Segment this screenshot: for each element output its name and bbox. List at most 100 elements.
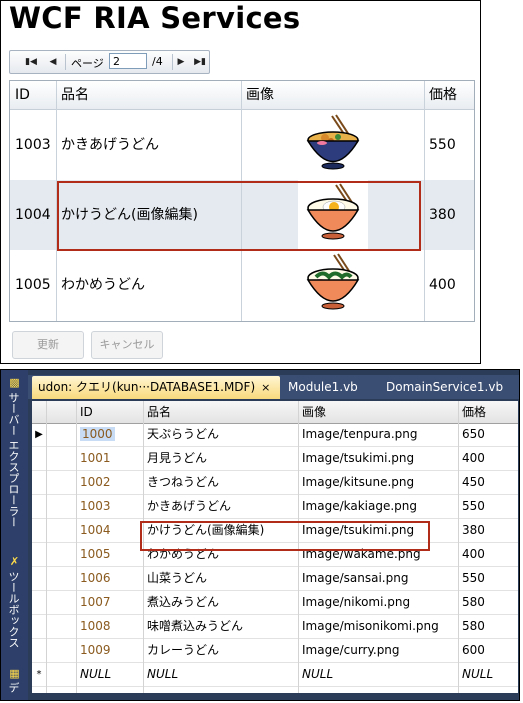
cell-name[interactable]: 味噌煮込みうどん bbox=[143, 615, 298, 639]
toolbox-tab[interactable]: ツールボックス bbox=[5, 571, 21, 648]
cell-id[interactable]: 1007 bbox=[76, 591, 143, 615]
cell-image[interactable]: Image/kakiage.png bbox=[298, 495, 458, 519]
cell-id[interactable]: 1009 bbox=[76, 639, 143, 663]
cancel-button[interactable]: キャンセル bbox=[91, 331, 163, 359]
row-selector[interactable] bbox=[32, 495, 46, 519]
data-sources-tab[interactable]: デ bbox=[5, 682, 21, 693]
wakame-udon-bowl-image bbox=[298, 250, 368, 320]
column-header-name[interactable]: 品名 bbox=[143, 401, 298, 423]
new-row-placeholder[interactable]: * NULL NULL NULL NULL bbox=[32, 663, 518, 687]
column-header-price[interactable]: 価格 bbox=[424, 81, 474, 109]
row-selector[interactable] bbox=[32, 543, 46, 567]
cell-image[interactable]: Image/tenpura.png bbox=[298, 423, 458, 447]
tab-module1[interactable]: Module1.vb bbox=[282, 376, 372, 399]
data-sources-icon[interactable]: ▦ bbox=[8, 667, 21, 680]
cell-id[interactable]: 1005 bbox=[76, 543, 143, 567]
cell-id[interactable]: 1006 bbox=[76, 567, 143, 591]
server-explorer-icon[interactable]: ▩ bbox=[8, 376, 21, 389]
selected-cell-value[interactable]: 1000 bbox=[80, 427, 115, 441]
table-row[interactable]: 1009 カレーうどん Image/curry.png 600 bbox=[32, 639, 518, 663]
kakiage-udon-bowl-image bbox=[298, 110, 368, 180]
cell-price[interactable]: 600 bbox=[458, 639, 518, 663]
column-header-name[interactable]: 品名 bbox=[56, 81, 241, 109]
row-selector[interactable] bbox=[32, 567, 46, 591]
cell-price[interactable]: 580 bbox=[458, 615, 518, 639]
table-row[interactable]: 1003 かきあげうどん Image/kakiage.png 550 bbox=[32, 495, 518, 519]
last-page-icon[interactable]: ▶▮ bbox=[193, 54, 207, 70]
table-row[interactable]: 1001 月見うどん Image/tsukimi.png 400 bbox=[32, 447, 518, 471]
cell-price[interactable]: 400 bbox=[458, 447, 518, 471]
cell-name[interactable]: カレーうどん bbox=[143, 639, 298, 663]
pager-divider bbox=[172, 54, 173, 70]
prev-page-icon[interactable]: ◀ bbox=[46, 54, 60, 70]
cell-price: 380 bbox=[429, 207, 456, 223]
row-selector[interactable] bbox=[32, 447, 46, 471]
table-row[interactable]: 1005 わかめうどん 400 bbox=[10, 250, 474, 320]
cell-price[interactable]: 650 bbox=[458, 423, 518, 447]
cell-image[interactable]: Image/tsukimi.png bbox=[298, 447, 458, 471]
column-header-price[interactable]: 価格 bbox=[458, 401, 518, 423]
row-selector[interactable] bbox=[32, 519, 46, 543]
current-row-marker-icon[interactable]: ▶ bbox=[32, 423, 46, 447]
cell-price: 550 bbox=[429, 137, 456, 153]
cell-image[interactable]: Image/sansai.png bbox=[298, 567, 458, 591]
cell-image[interactable]: Image/misonikomi.png bbox=[298, 615, 458, 639]
toolbox-icon[interactable]: ✗ bbox=[8, 555, 21, 568]
new-row-marker-icon[interactable]: * bbox=[32, 663, 46, 687]
row-selector[interactable] bbox=[32, 639, 46, 663]
cell-id[interactable]: 1002 bbox=[76, 471, 143, 495]
pager-divider bbox=[65, 54, 66, 70]
cell-id[interactable]: NULL bbox=[76, 663, 143, 687]
cell-id[interactable]: 1003 bbox=[76, 495, 143, 519]
close-icon[interactable]: × bbox=[261, 381, 270, 394]
cell-id[interactable]: 1000 bbox=[76, 423, 143, 447]
cell-id[interactable]: 1008 bbox=[76, 615, 143, 639]
table-row[interactable]: 1008 味噌煮込みうどん Image/misonikomi.png 580 bbox=[32, 615, 518, 639]
cell-name[interactable]: NULL bbox=[143, 663, 298, 687]
column-header-id[interactable]: ID bbox=[10, 81, 56, 109]
page-label: ページ bbox=[71, 57, 104, 70]
cell-image[interactable]: NULL bbox=[298, 663, 458, 687]
cell-name[interactable]: きつねうどん bbox=[143, 471, 298, 495]
cell-name[interactable]: 月見うどん bbox=[143, 447, 298, 471]
column-divider bbox=[76, 401, 77, 693]
cell-image[interactable]: Image/kitsune.png bbox=[298, 471, 458, 495]
cell-id[interactable]: 1001 bbox=[76, 447, 143, 471]
table-row[interactable]: 1002 きつねうどん Image/kitsune.png 450 bbox=[32, 471, 518, 495]
column-header-image[interactable]: 画像 bbox=[241, 81, 424, 109]
table-row[interactable]: ▶ 1000 天ぷらうどん Image/tenpura.png 650 bbox=[32, 423, 518, 447]
cell-image[interactable]: Image/curry.png bbox=[298, 639, 458, 663]
cell-id: 1004 bbox=[15, 207, 51, 223]
tab-domainservice1[interactable]: DomainService1.vb bbox=[380, 376, 515, 399]
column-header-image[interactable]: 画像 bbox=[298, 401, 458, 423]
row-selector[interactable] bbox=[32, 471, 46, 495]
cell-price[interactable]: 580 bbox=[458, 591, 518, 615]
page-total: /4 bbox=[152, 55, 163, 68]
row-selector[interactable] bbox=[32, 591, 46, 615]
cell-price[interactable]: 380 bbox=[458, 519, 518, 543]
cell-image[interactable]: Image/nikomi.png bbox=[298, 591, 458, 615]
column-header-id[interactable]: ID bbox=[76, 401, 143, 423]
cell-price[interactable]: 550 bbox=[458, 567, 518, 591]
first-page-icon[interactable]: ▮◀ bbox=[24, 54, 38, 70]
app-title: WCF RIA Services bbox=[9, 1, 301, 35]
table-row[interactable]: 1003 かきあげうどん 550 bbox=[10, 110, 474, 180]
next-page-icon[interactable]: ▶ bbox=[174, 54, 188, 70]
cell-name[interactable]: かきあげうどん bbox=[143, 495, 298, 519]
table-row[interactable]: 1007 煮込みうどん Image/nikomi.png 580 bbox=[32, 591, 518, 615]
cell-price[interactable]: 550 bbox=[458, 495, 518, 519]
cell-price[interactable]: 450 bbox=[458, 471, 518, 495]
server-explorer-tab[interactable]: サーバー エクスプローラー bbox=[5, 392, 21, 528]
page-number-input[interactable]: 2 bbox=[109, 53, 147, 69]
cell-id[interactable]: 1004 bbox=[76, 519, 143, 543]
cell-name[interactable]: 天ぷらうどん bbox=[143, 423, 298, 447]
tab-query-designer[interactable]: udon: クエリ(kun···DATABASE1.MDF) × bbox=[32, 376, 280, 399]
cell-name[interactable]: 山菜うどん bbox=[143, 567, 298, 591]
row-selector[interactable] bbox=[32, 615, 46, 639]
cell-name: わかめうどん bbox=[61, 277, 145, 293]
cell-name[interactable]: 煮込みうどん bbox=[143, 591, 298, 615]
table-row[interactable]: 1006 山菜うどん Image/sansai.png 550 bbox=[32, 567, 518, 591]
cell-price[interactable]: NULL bbox=[458, 663, 518, 687]
cell-price[interactable]: 400 bbox=[458, 543, 518, 567]
update-button[interactable]: 更新 bbox=[12, 331, 84, 359]
